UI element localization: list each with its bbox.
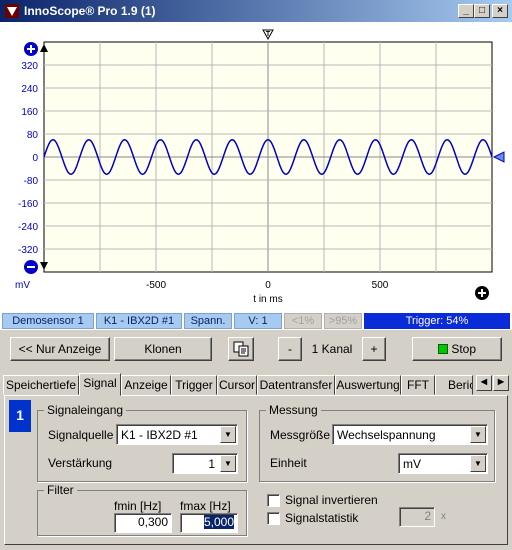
status-v: V: 1: [234, 313, 282, 329]
clone-button[interactable]: Klonen: [114, 337, 212, 361]
unit-select[interactable]: mV ▼: [398, 453, 488, 474]
tab-speichertiefe[interactable]: Speichertiefe: [3, 375, 79, 395]
x-tick-label: -500: [146, 280, 166, 291]
gain-label: Verstärkung: [48, 456, 113, 470]
window-title: InnoScope® Pro 1.9 (1): [24, 4, 156, 18]
tab-signal[interactable]: Signal: [79, 373, 121, 396]
tab-datentransfer[interactable]: Datentransfer: [257, 375, 335, 395]
tab-bericht[interactable]: Berich: [435, 375, 473, 395]
chevron-down-icon[interactable]: ▼: [470, 455, 486, 472]
minimize-button[interactable]: _: [458, 4, 474, 18]
unit-label: Einheit: [270, 456, 307, 470]
maximize-button[interactable]: □: [474, 4, 490, 18]
tab-cursor[interactable]: Cursor: [217, 375, 257, 395]
signal-source-select[interactable]: K1 - IBX2D #1 ▼: [116, 424, 238, 445]
channel-count: 1 Kanal: [311, 342, 353, 356]
plot-svg: 320 240 160 80 0 -80 -160 -240 -320 -500 0 500 t in …: [15, 29, 505, 305]
quantity-label: Messgröße: [270, 428, 331, 442]
tab-anzeige[interactable]: Anzeige: [121, 375, 171, 395]
zoom-x-icon[interactable]: [475, 286, 489, 300]
invert-signal-label: Signal invertieren: [285, 493, 378, 507]
stop-indicator-icon: [437, 344, 448, 354]
signal-stats-checkbox[interactable]: [267, 512, 280, 525]
display-only-button[interactable]: << Nur Anzeige: [10, 337, 110, 361]
y-tick-label: -160: [18, 199, 38, 210]
channel-plus-button[interactable]: +: [362, 337, 386, 361]
signal-stats-suffix: x: [441, 511, 446, 522]
status-bar: Demosensor 1 K1 - IBX2D #1 Spann. V: 1 <…: [0, 312, 512, 330]
chevron-down-icon[interactable]: ▼: [220, 426, 236, 443]
y-tick-label: 320: [21, 61, 38, 72]
trigger-marker-label: T: [266, 31, 271, 38]
status-p1: <1%: [284, 313, 322, 329]
unit-value: mV: [403, 457, 421, 471]
stop-button[interactable]: Stop: [412, 337, 502, 361]
y-tick-label: -80: [24, 176, 39, 187]
trigger-arrow-icon: [492, 151, 505, 163]
fmin-label: fmin [Hz]: [114, 499, 162, 513]
tab-scroll-right-button[interactable]: ▶: [493, 375, 509, 391]
x-axis-label: t in ms: [253, 294, 282, 305]
chevron-down-icon[interactable]: ▼: [470, 426, 486, 443]
signal-input-group: Signaleingang Signalquelle K1 - IBX2D #1…: [37, 403, 247, 482]
status-mode: Spann.: [184, 313, 232, 329]
channel-number-badge[interactable]: 1: [9, 400, 31, 432]
tab-strip: Speichertiefe Signal Anzeige Trigger Cur…: [0, 373, 512, 396]
y-axis-unit: mV: [15, 280, 30, 291]
fmax-selected-text: 5,000: [203, 515, 234, 529]
tab-scroll-left-button[interactable]: ◀: [476, 375, 492, 391]
x-tick-label: 0: [265, 280, 271, 291]
filter-title: Filter: [44, 483, 77, 497]
status-trigger: Trigger: 54%: [364, 313, 510, 329]
copy-button[interactable]: [228, 337, 254, 361]
signal-panel: 1 Signaleingang Signalquelle K1 - IBX2D …: [4, 395, 508, 545]
oscilloscope-plot: 320 240 160 80 0 -80 -160 -240 -320 -500 0 500 t in …: [0, 22, 512, 312]
tab-fft[interactable]: FFT: [401, 375, 435, 395]
tab-auswertung[interactable]: Auswertung: [335, 375, 401, 395]
x-tick-label: 500: [372, 280, 389, 291]
title-bar: InnoScope® Pro 1.9 (1) _ □ ×: [0, 0, 512, 22]
close-button[interactable]: ×: [492, 4, 508, 18]
signal-input-title: Signaleingang: [44, 403, 127, 417]
y-tick-label: 240: [21, 84, 38, 95]
y-tick-label: -240: [18, 222, 38, 233]
measurement-group: Messung Messgröße Wechselspannung ▼ Einh…: [259, 403, 495, 482]
y-tick-label: 0: [32, 153, 38, 164]
signal-source-value: K1 - IBX2D #1: [121, 428, 198, 442]
copy-icon: [233, 341, 249, 357]
y-tick-label: -320: [18, 245, 38, 256]
status-p2: >95%: [324, 313, 362, 329]
tab-trigger[interactable]: Trigger: [171, 375, 217, 395]
signal-source-label: Signalquelle: [48, 428, 114, 442]
stop-label: Stop: [451, 342, 477, 356]
fmax-input[interactable]: 5,000: [180, 513, 238, 533]
fmax-label: fmax [Hz]: [180, 499, 231, 513]
zoom-out-icon[interactable]: [24, 260, 38, 274]
status-sensor: Demosensor 1: [2, 313, 94, 329]
channel-minus-button[interactable]: -: [278, 337, 302, 361]
zoom-in-icon[interactable]: [24, 42, 38, 56]
invert-signal-checkbox[interactable]: [267, 494, 280, 507]
quantity-value: Wechselspannung: [337, 428, 436, 442]
y-tick-label: 80: [27, 130, 39, 141]
chevron-down-icon[interactable]: ▼: [220, 455, 236, 472]
status-channel: K1 - IBX2D #1: [96, 313, 182, 329]
app-icon: [5, 4, 19, 18]
signal-stats-label: Signalstatistik: [285, 511, 359, 525]
y-tick-label: 160: [21, 107, 38, 118]
measurement-title: Messung: [266, 403, 321, 417]
signal-stats-input: 2: [399, 507, 435, 527]
gain-select[interactable]: 1 ▼: [172, 453, 238, 474]
filter-group: Filter fmin [Hz] fmax [Hz] 0,300 5,000: [37, 483, 247, 536]
fmin-input[interactable]: 0,300: [114, 513, 172, 533]
gain-value: 1: [208, 457, 215, 471]
quantity-select[interactable]: Wechselspannung ▼: [332, 424, 488, 445]
